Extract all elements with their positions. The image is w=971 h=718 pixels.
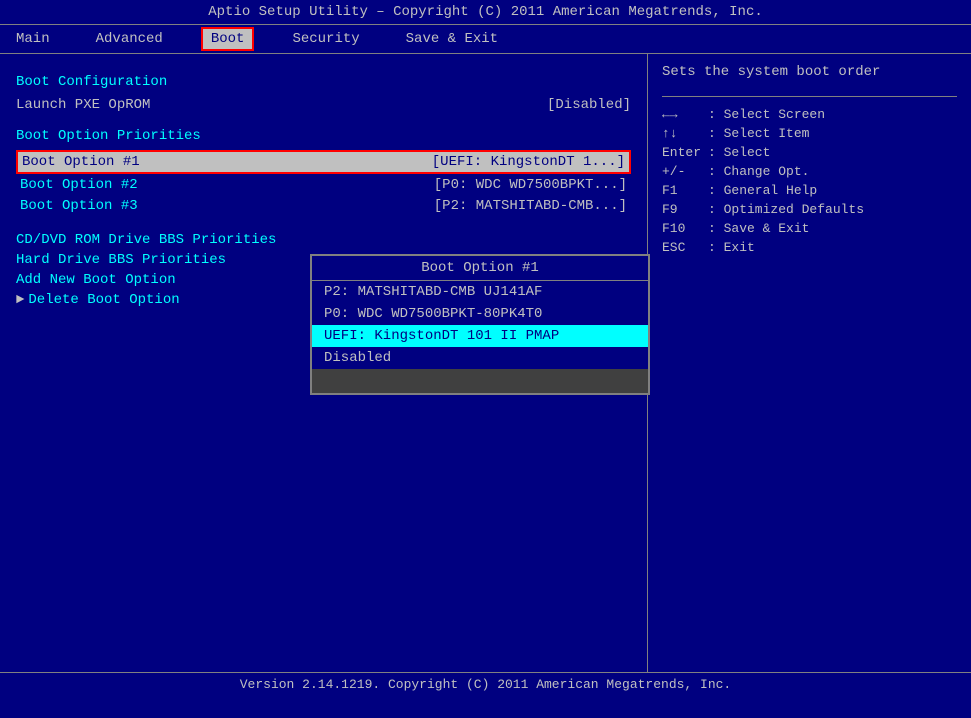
menu-item-main[interactable]: Main: [8, 29, 58, 49]
key-desc-5: : Optimized Defaults: [708, 202, 864, 217]
help-text: Sets the system boot order: [662, 64, 957, 80]
key-name-2: Enter: [662, 145, 702, 160]
key-desc-6: : Save & Exit: [708, 221, 809, 236]
key-desc-0: : Select Screen: [708, 107, 825, 122]
menu-link-label-0: CD/DVD ROM Drive BBS Priorities: [16, 232, 276, 248]
boot-option-label-3: Boot Option #3: [20, 198, 138, 214]
key-name-0: ←→: [662, 107, 702, 122]
popup-items: P2: MATSHITABD-CMB UJ141AFP0: WDC WD7500…: [312, 281, 648, 369]
divider: [662, 96, 957, 97]
menu-item-advanced[interactable]: Advanced: [88, 29, 171, 49]
key-hints-list: ←→ : Select Screen ↑↓ : Select Item Enter : S…: [662, 105, 957, 257]
main-content: Boot Configuration Launch PXE OpROM [Dis…: [0, 54, 971, 672]
key-hint-5: F9 : Optimized Defaults: [662, 200, 957, 219]
key-hint-7: ESC : Exit: [662, 238, 957, 257]
menu-link-0[interactable]: CD/DVD ROM Drive BBS Priorities: [16, 230, 631, 250]
key-hint-0: ←→ : Select Screen: [662, 105, 957, 124]
boot-option-value-3: [P2: MATSHITABD-CMB...]: [434, 198, 627, 214]
menu-bar: Main Advanced Boot Security Save & Exit: [0, 24, 971, 54]
popup-item-1[interactable]: P0: WDC WD7500BPKT-80PK4T0: [312, 303, 648, 325]
key-hint-1: ↑↓ : Select Item: [662, 124, 957, 143]
bottom-text: Version 2.14.1219. Copyright (C) 2011 Am…: [240, 677, 731, 692]
launch-pxe-value: [Disabled]: [547, 97, 631, 113]
popup-item-0[interactable]: P2: MATSHITABD-CMB UJ141AF: [312, 281, 648, 303]
key-name-3: +/-: [662, 164, 702, 179]
key-hint-2: Enter : Select: [662, 143, 957, 162]
menu-link-label-1: Hard Drive BBS Priorities: [16, 252, 226, 268]
key-desc-2: : Select: [708, 145, 770, 160]
key-name-1: ↑↓: [662, 126, 702, 141]
right-panel: Sets the system boot order ←→ : Select Sc…: [648, 54, 971, 672]
key-name-6: F10: [662, 221, 702, 236]
boot-options-list: Boot Option #1[UEFI: KingstonDT 1...]Boo…: [16, 150, 631, 216]
boot-option-row-1[interactable]: Boot Option #1 [UEFI: KingstonDT 1...]: [16, 150, 631, 174]
title-bar: Aptio Setup Utility – Copyright (C) 2011…: [0, 0, 971, 24]
boot-option-row-3[interactable]: Boot Option #3 [P2: MATSHITABD-CMB...]: [16, 196, 631, 216]
menu-item-security[interactable]: Security: [284, 29, 367, 49]
boot-option-value-1: [UEFI: KingstonDT 1...]: [432, 154, 625, 170]
boot-priority-title: Boot Option Priorities: [16, 128, 631, 144]
menu-item-boot[interactable]: Boot: [201, 27, 255, 51]
key-hint-6: F10 : Save & Exit: [662, 219, 957, 238]
dropdown-popup[interactable]: Boot Option #1 P2: MATSHITABD-CMB UJ141A…: [310, 254, 650, 395]
menu-link-label-2: Add New Boot Option: [16, 272, 176, 288]
key-name-4: F1: [662, 183, 702, 198]
boot-config-title: Boot Configuration: [16, 74, 631, 90]
boot-option-row-2[interactable]: Boot Option #2 [P0: WDC WD7500BPKT...]: [16, 175, 631, 195]
key-hint-3: +/- : Change Opt.: [662, 162, 957, 181]
key-name-5: F9: [662, 202, 702, 217]
key-desc-1: : Select Item: [708, 126, 809, 141]
launch-pxe-label: Launch PXE OpROM: [16, 97, 150, 113]
bottom-bar: Version 2.14.1219. Copyright (C) 2011 Am…: [0, 672, 971, 700]
launch-pxe-row: Launch PXE OpROM [Disabled]: [16, 96, 631, 114]
arrow-icon: ►: [16, 292, 24, 308]
popup-item-2[interactable]: UEFI: KingstonDT 101 II PMAP: [312, 325, 648, 347]
menu-link-label-3: Delete Boot Option: [28, 292, 179, 308]
popup-footer: [312, 369, 648, 393]
key-desc-4: : General Help: [708, 183, 817, 198]
title-text: Aptio Setup Utility – Copyright (C) 2011…: [208, 4, 763, 20]
key-hint-4: F1 : General Help: [662, 181, 957, 200]
boot-option-label-2: Boot Option #2: [20, 177, 138, 193]
key-desc-7: : Exit: [708, 240, 755, 255]
boot-option-value-2: [P0: WDC WD7500BPKT...]: [434, 177, 627, 193]
key-desc-3: : Change Opt.: [708, 164, 809, 179]
left-panel: Boot Configuration Launch PXE OpROM [Dis…: [0, 54, 648, 672]
menu-item-save_exit[interactable]: Save & Exit: [398, 29, 506, 49]
boot-option-label-1: Boot Option #1: [22, 154, 140, 170]
popup-title: Boot Option #1: [312, 256, 648, 281]
popup-item-3[interactable]: Disabled: [312, 347, 648, 369]
key-name-7: ESC: [662, 240, 702, 255]
